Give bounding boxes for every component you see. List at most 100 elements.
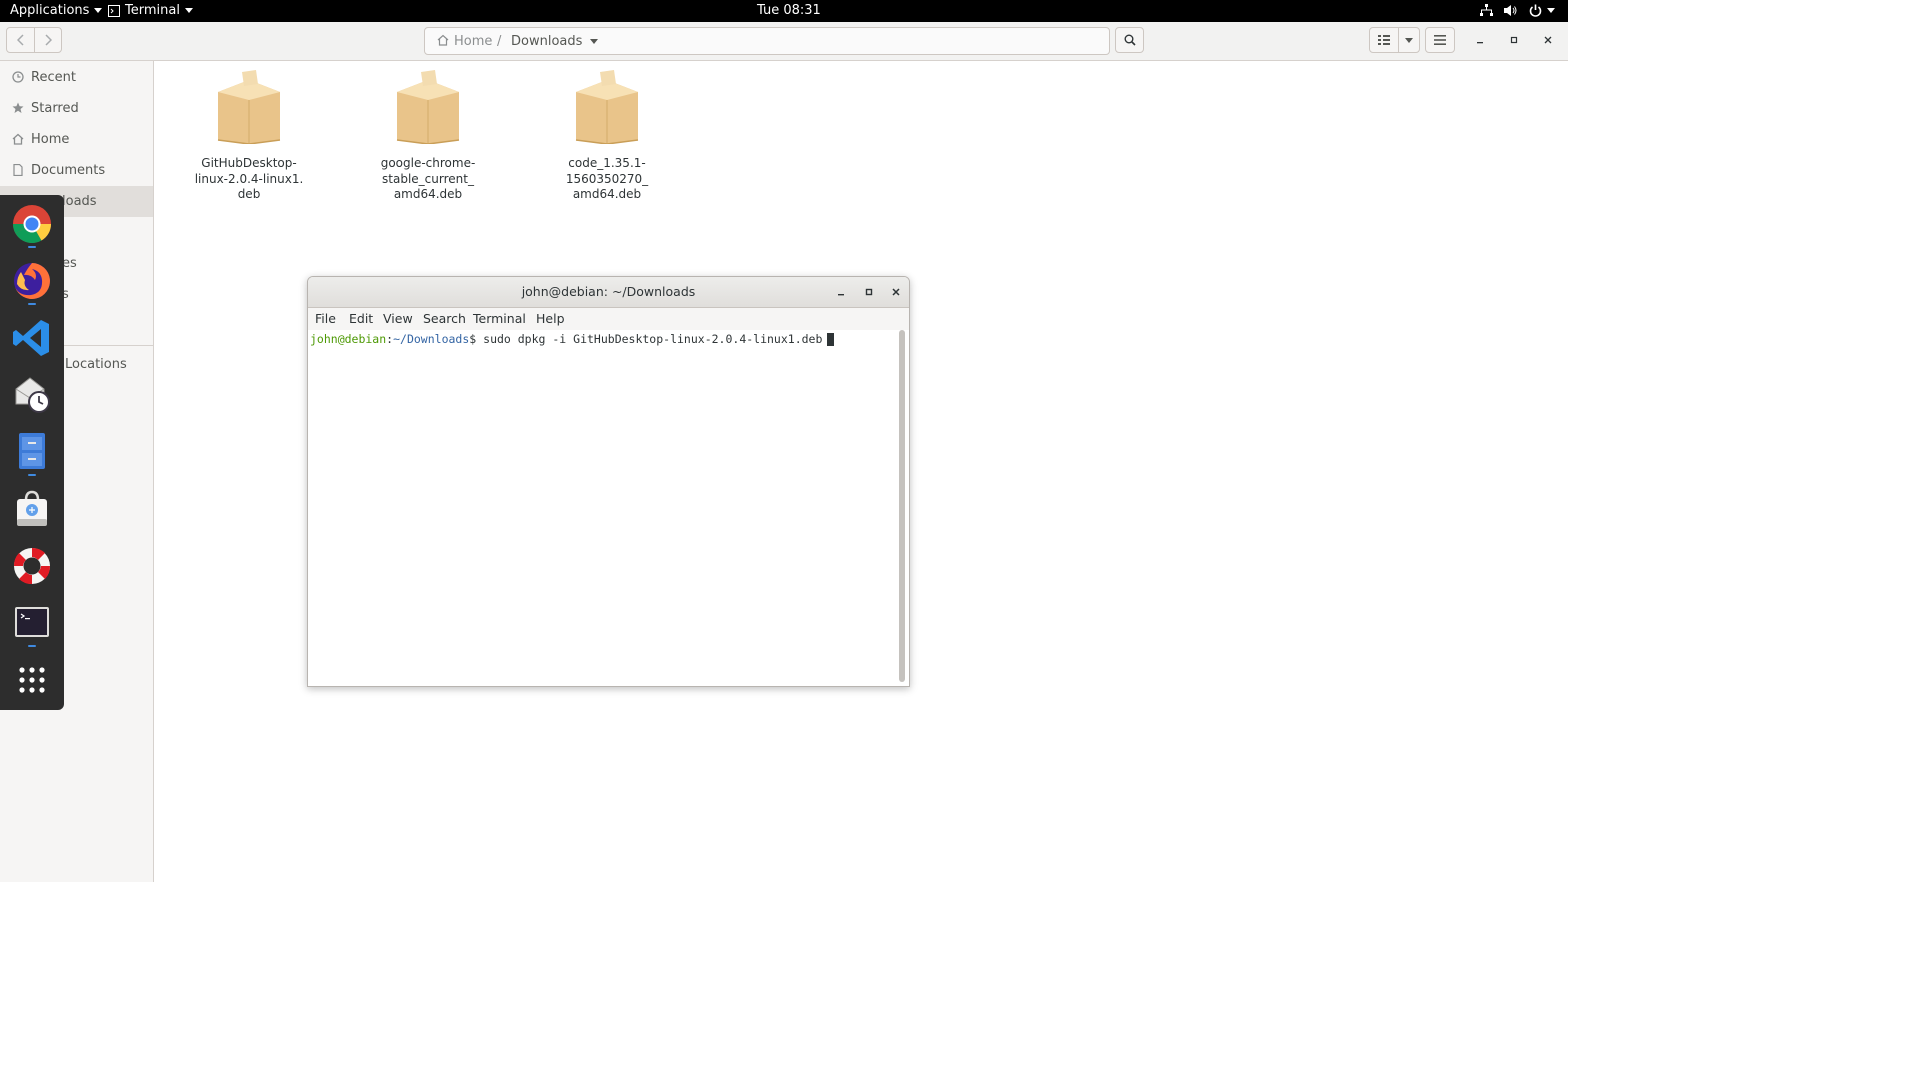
search-button[interactable] [1115, 27, 1144, 53]
package-icon [217, 70, 281, 145]
path-bar[interactable]: Home / Downloads [424, 27, 1110, 55]
sidebar-item-label: Locations [65, 357, 127, 372]
power-icon [1530, 4, 1542, 17]
file-name-line: google-chrome- [380, 156, 476, 170]
view-list-button[interactable] [1369, 27, 1399, 53]
system-menu[interactable] [1480, 0, 1556, 22]
dock-app-vscode[interactable] [11, 317, 53, 359]
chrome-icon [12, 205, 52, 244]
menu-terminal[interactable]: Terminal [473, 311, 526, 326]
app-menu-label: Terminal [125, 3, 180, 18]
volume-icon [1504, 5, 1517, 16]
clock[interactable]: Tue 08:31 [757, 0, 821, 22]
terminal-close-button[interactable] [884, 280, 908, 304]
terminal-window: john@debian: ~/Downloads File Edit View … [307, 276, 910, 687]
view-options-button[interactable] [1398, 27, 1420, 53]
minimize-icon [1477, 42, 1483, 44]
path-current-label: Downloads [511, 34, 583, 49]
firefox-icon [14, 263, 50, 299]
main-menu-button[interactable] [1425, 27, 1455, 53]
file-name-line: GitHubDesktop- [201, 156, 297, 170]
network-icon [1480, 4, 1493, 16]
menu-file[interactable]: File [315, 311, 336, 326]
terminal-output[interactable]: john@debian:~/Downloads$ sudo dpkg -i Gi… [308, 330, 909, 686]
close-icon [892, 288, 900, 296]
file-name: GitHubDesktop- linux-2.0.4-linux1. deb [189, 156, 309, 203]
path-home-label: Home [454, 34, 493, 49]
menu-view[interactable]: View [383, 311, 413, 326]
menu-edit[interactable]: Edit [349, 311, 373, 326]
sidebar-item-label: Documents [31, 163, 106, 178]
terminal-title: john@debian: ~/Downloads [521, 284, 696, 299]
minimize-icon [838, 294, 844, 296]
menu-search[interactable]: Search [423, 311, 466, 326]
maximize-button[interactable] [1502, 28, 1526, 52]
forward-button[interactable] [34, 27, 62, 53]
close-button[interactable] [1536, 28, 1560, 52]
file-item[interactable]: google-chrome- stable_current_ amd64.deb [368, 70, 488, 203]
chevron-down-icon [1405, 37, 1413, 43]
terminal-icon [108, 4, 120, 17]
applications-menu[interactable]: Applications [10, 0, 103, 22]
path-current-button[interactable]: Downloads [511, 34, 599, 49]
prompt-user: john@debian [310, 332, 387, 346]
dock-app-software[interactable] [11, 488, 53, 530]
software-store-icon [17, 490, 47, 526]
back-button[interactable] [6, 27, 35, 53]
terminal-icon [15, 607, 49, 637]
list-view-icon [1378, 35, 1390, 45]
running-indicator [28, 645, 36, 647]
terminal-maximize-button[interactable] [857, 280, 881, 304]
close-icon [1544, 36, 1552, 44]
dock-app-terminal[interactable] [11, 602, 53, 644]
dash-to-dock [0, 195, 64, 710]
sidebar-item-label: loads [62, 194, 97, 209]
dock-app-files[interactable] [11, 431, 53, 473]
file-name-line: deb [237, 187, 261, 201]
app-menu[interactable]: Terminal [108, 0, 193, 22]
file-name: google-chrome- stable_current_ amd64.deb [368, 156, 488, 203]
sidebar-item-label: es [62, 256, 77, 271]
file-name-line: stable_current_ [382, 171, 474, 186]
sidebar-item-home[interactable]: Home [0, 124, 153, 155]
prompt-path: ~/Downloads [393, 332, 470, 346]
dock-app-chrome[interactable] [11, 203, 53, 245]
sidebar-item-starred[interactable]: Starred [0, 93, 153, 124]
dock-app-firefox[interactable] [11, 260, 53, 302]
help-lifebuoy-icon [13, 547, 51, 585]
chevron-down-icon [590, 39, 599, 44]
chevron-down-icon [1547, 8, 1556, 13]
terminal-minimize-button[interactable] [829, 280, 853, 304]
chevron-left-icon [16, 34, 24, 46]
home-icon [437, 34, 449, 46]
sidebar-item-documents[interactable]: Documents [0, 155, 153, 186]
file-item[interactable]: GitHubDesktop- linux-2.0.4-linux1. deb [189, 70, 309, 203]
sidebar-item-recent[interactable]: Recent [0, 62, 153, 93]
file-name: code_1.35.1- 1560350270_ amd64.deb [547, 156, 667, 203]
minimize-button[interactable] [1468, 28, 1492, 52]
file-name-line: amd64.deb [393, 187, 463, 201]
running-indicator [28, 246, 36, 248]
top-bar: Applications Terminal Tue 08:31 [0, 0, 1568, 22]
file-name-line: amd64.deb [572, 187, 642, 201]
star-icon [12, 102, 24, 113]
chevron-right-icon [45, 34, 52, 46]
file-item[interactable]: code_1.35.1- 1560350270_ amd64.deb [547, 70, 667, 203]
dock-app-evolution[interactable] [11, 374, 53, 416]
package-icon [575, 70, 639, 145]
running-indicator [28, 303, 36, 305]
show-applications-button[interactable] [11, 659, 53, 701]
terminal-titlebar[interactable]: john@debian: ~/Downloads [308, 277, 909, 308]
path-home-button[interactable]: Home [437, 34, 492, 49]
search-icon [1124, 34, 1136, 46]
applications-label: Applications [10, 3, 90, 18]
app-grid-icon [19, 667, 45, 693]
terminal-scrollbar[interactable] [899, 330, 905, 682]
running-indicator [28, 474, 36, 476]
menu-help[interactable]: Help [536, 311, 565, 326]
maximize-icon [1510, 36, 1518, 44]
document-icon [13, 164, 23, 176]
file-name-line: 1560350270_ [565, 171, 649, 186]
dock-app-help[interactable] [11, 545, 53, 587]
file-cabinet-icon [19, 433, 45, 469]
